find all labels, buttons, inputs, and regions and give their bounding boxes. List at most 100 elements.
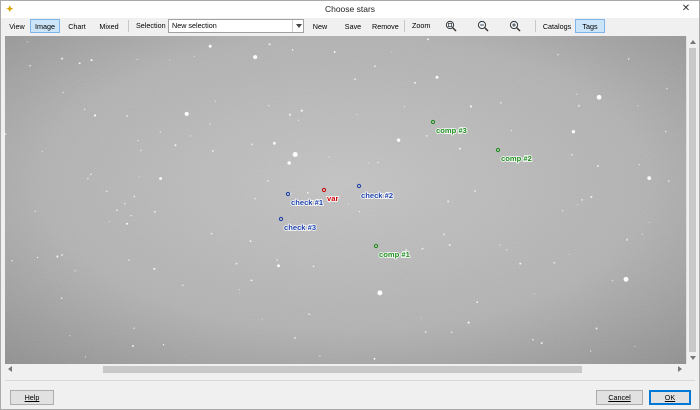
zoom-in-icon[interactable] — [509, 20, 521, 32]
background-star — [589, 350, 592, 352]
background-star — [420, 317, 422, 319]
catalogs-button[interactable]: Catalogs — [541, 19, 573, 33]
scroll-left-icon[interactable] — [8, 366, 12, 372]
background-star — [506, 249, 508, 251]
background-star — [153, 210, 156, 213]
background-star — [595, 327, 598, 330]
background-star — [56, 255, 59, 258]
star-field-image[interactable]: varcheck #1 check #2 check #3 comp #1 comp #… — [5, 36, 686, 364]
background-star — [153, 267, 156, 270]
background-star — [358, 210, 361, 213]
zoom-fit-icon[interactable] — [445, 20, 457, 32]
background-star — [424, 331, 427, 333]
scroll-down-icon[interactable] — [690, 356, 696, 360]
background-star — [214, 100, 217, 102]
background-star — [667, 180, 670, 183]
zoom-out-icon[interactable] — [477, 20, 489, 32]
tags-button[interactable]: Tags — [575, 19, 605, 33]
help-button[interactable]: Help — [10, 390, 54, 405]
background-star — [184, 111, 189, 116]
background-star — [133, 195, 136, 198]
save-as-button[interactable]: Save as... — [337, 19, 369, 45]
background-star — [458, 147, 461, 150]
background-star — [634, 345, 636, 347]
star-tag-label: var — [327, 194, 338, 203]
background-star — [576, 203, 578, 206]
background-star — [62, 91, 65, 94]
background-star — [61, 57, 64, 60]
window-title: Choose stars — [324, 4, 376, 14]
ok-button[interactable]: OK — [649, 390, 691, 405]
chevron-down-icon[interactable] — [292, 20, 303, 32]
image-view-button[interactable]: Image — [30, 19, 60, 33]
background-star — [138, 176, 140, 178]
background-star — [74, 270, 76, 272]
background-star — [642, 233, 644, 235]
background-star — [308, 313, 311, 316]
background-star — [469, 105, 472, 108]
background-star — [467, 321, 470, 324]
background-star — [561, 209, 564, 212]
background-star — [474, 190, 476, 192]
background-star — [414, 81, 417, 84]
scroll-right-icon[interactable] — [678, 366, 682, 372]
new-selection-button[interactable]: New — [310, 19, 330, 33]
background-star — [276, 259, 278, 261]
star-tag-label: comp #3 — [436, 126, 467, 135]
background-star — [596, 165, 599, 167]
background-star — [647, 176, 652, 180]
toolbar: View Image Chart Mixed Selection New sel… — [1, 18, 699, 45]
background-star — [261, 318, 263, 320]
background-star — [106, 190, 108, 192]
background-star — [571, 130, 576, 134]
background-star — [268, 104, 270, 107]
background-star — [5, 133, 7, 135]
background-star — [130, 214, 132, 217]
background-star — [499, 101, 502, 104]
background-star — [136, 58, 139, 61]
background-star — [140, 149, 142, 152]
background-star — [254, 197, 257, 200]
background-star — [577, 104, 580, 107]
background-star — [499, 244, 501, 246]
cancel-button[interactable]: Cancel — [596, 390, 643, 405]
image-viewport[interactable]: var check #1 check #2 check #3 comp #1 comp #… — [5, 36, 686, 364]
background-star — [209, 123, 211, 125]
title-bar: ✦ Choose stars ✕ — [1, 1, 699, 18]
background-star — [665, 130, 667, 133]
vertical-scrollbar[interactable] — [686, 36, 698, 364]
toolbar-separator — [404, 20, 405, 32]
background-star — [93, 114, 97, 117]
background-star — [448, 244, 451, 247]
background-star — [272, 141, 276, 145]
horizontal-scrollbar[interactable] — [5, 364, 686, 375]
sky-noise — [5, 36, 686, 364]
close-icon[interactable]: ✕ — [679, 3, 693, 15]
background-star — [69, 335, 71, 337]
background-star — [297, 119, 300, 121]
scroll-up-icon[interactable] — [690, 40, 696, 44]
background-star — [84, 356, 87, 358]
background-star — [319, 355, 321, 357]
background-star — [347, 203, 349, 205]
background-star — [596, 94, 602, 100]
background-star — [374, 65, 376, 68]
background-star — [250, 143, 253, 146]
background-star — [333, 51, 336, 53]
background-star — [300, 109, 303, 112]
vertical-scroll-thumb[interactable] — [689, 48, 696, 352]
mixed-view-button[interactable]: Mixed — [96, 19, 122, 33]
selection-dropdown[interactable]: New selection — [168, 19, 304, 33]
background-star — [90, 59, 93, 62]
horizontal-scroll-thumb[interactable] — [103, 366, 582, 373]
background-star — [328, 156, 330, 158]
background-star — [235, 262, 238, 265]
background-star — [637, 105, 639, 107]
background-star — [396, 138, 401, 142]
background-star — [288, 113, 291, 116]
background-star — [182, 284, 184, 287]
chart-view-button[interactable]: Chart — [65, 19, 89, 33]
remove-button[interactable]: Remove — [371, 19, 399, 33]
background-star — [447, 200, 450, 203]
background-star — [292, 151, 298, 158]
